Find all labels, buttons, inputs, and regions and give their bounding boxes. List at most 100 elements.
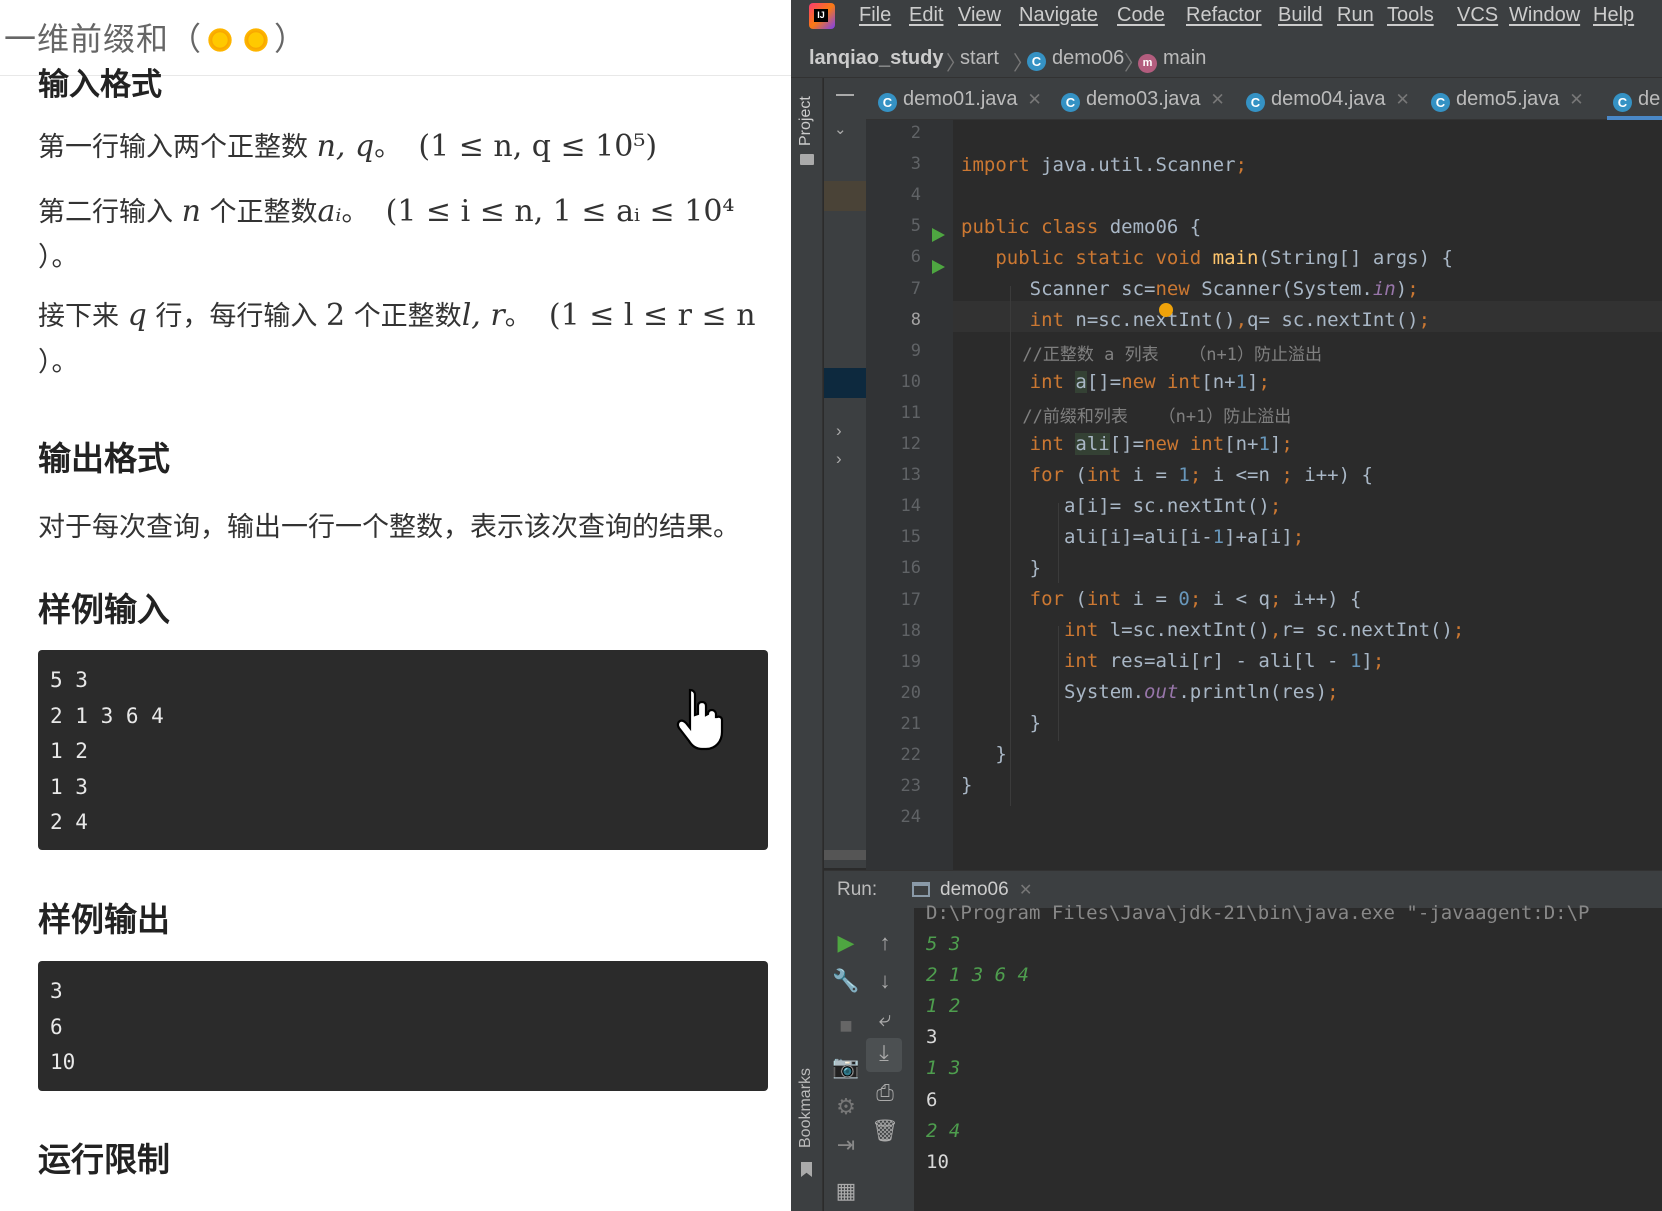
run-class-icon[interactable]	[932, 228, 945, 242]
class-icon: C	[878, 93, 897, 112]
line-number: 17	[900, 589, 921, 610]
input-line-2-tail: ）。	[38, 242, 79, 273]
close-icon[interactable]: ✕	[1028, 90, 1042, 109]
code-line-13: for (int i = 1; i <=n ; i++) {	[1029, 464, 1373, 486]
run-limits-heading: 运行限制	[38, 1140, 170, 1179]
close-icon[interactable]: ✕	[1569, 90, 1583, 109]
chevron-down-icon[interactable]: ⌄	[834, 120, 847, 138]
line-number: 11	[900, 402, 921, 423]
scroll-up-icon[interactable]: ↑	[870, 930, 900, 956]
run-toolbar: ▶ 🔧 ■ 📷 ⚙ ⇥ ▦ ↑ ↓ ⤶ ⤓ ⎙ 🗑	[824, 908, 914, 1211]
line-number: 8	[910, 309, 921, 330]
camera-icon[interactable]: 📷	[831, 1054, 861, 1080]
problem-page: 一维前缀和（） 输入格式 第一行输入两个正整数 n, q。 (1 ≤ n, q …	[0, 0, 791, 1211]
breadcrumb-class[interactable]: Cdemo06	[1027, 47, 1124, 71]
code-line-14: a[i]= sc.nextInt();	[961, 495, 1282, 517]
breadcrumb-folder[interactable]: start	[960, 47, 999, 70]
menu-view[interactable]: View	[958, 4, 1001, 27]
console-input-line: 2 1 3 6 4	[926, 964, 1029, 987]
menu-vcs[interactable]: VCS	[1457, 4, 1498, 27]
code-line-11: //前缀和列表 （n+1）防止溢出	[1022, 407, 1292, 427]
line-number: 24	[900, 807, 921, 828]
sample-output-block[interactable]: 3 6 10	[38, 961, 768, 1091]
exit-icon[interactable]: ⇥	[831, 1132, 861, 1158]
editor-gutter[interactable]: 2 3 4 5 6 7 8 9 10 11 12 13 14 15 16 17 18 19 20 21 22 23 24	[866, 120, 1007, 870]
method-icon: m	[1138, 54, 1157, 73]
menu-window[interactable]: Window	[1509, 4, 1580, 27]
breadcrumb: lanqiao_study 〉 start 〉 Cdemo06 〉 m main	[791, 38, 1662, 78]
breadcrumb-method[interactable]: m main	[1138, 47, 1206, 73]
soft-wrap-icon[interactable]: ⤶	[870, 1006, 900, 1032]
console-output-line: 3	[926, 1026, 938, 1049]
class-icon: C	[1027, 52, 1046, 71]
scroll-to-end-icon[interactable]: ⤓	[866, 1038, 902, 1072]
line-number: 5	[910, 216, 921, 237]
line-number: 13	[900, 465, 921, 486]
menu-refactor[interactable]: Refactor	[1186, 4, 1262, 27]
rerun-icon[interactable]: ▶	[831, 930, 861, 956]
trash-icon[interactable]: 🗑	[870, 1118, 900, 1144]
tab-demo03[interactable]: Cdemo03.java ✕	[1061, 78, 1225, 120]
code-line-20: System.out.println(res);	[961, 681, 1339, 703]
menu-code[interactable]: Code	[1117, 4, 1165, 27]
stop-icon[interactable]: ■	[831, 1013, 861, 1039]
tab-demo04[interactable]: Cdemo04.java ✕	[1246, 78, 1410, 120]
menu-build[interactable]: Build	[1278, 4, 1322, 27]
console-input-line: 1 3	[926, 1057, 961, 1080]
console-input-line: 5 3	[926, 933, 961, 955]
run-console[interactable]: D:\Program Files\Java\jdk-21\bin\java.ex…	[914, 902, 1662, 1211]
class-icon: C	[1061, 93, 1080, 112]
chevron-right-icon[interactable]: ›	[836, 449, 842, 469]
menu-help[interactable]: Help	[1593, 4, 1634, 27]
tree-row-highlight[interactable]	[824, 181, 866, 211]
input-line-3: 接下来 q 行，每行输入 2 个正整数l, r。 (1 ≤ l ≤ r ≤ n	[38, 298, 756, 333]
menu-bar: File Edit View Navigate Code Refactor Bu…	[791, 0, 1662, 38]
console-input-line: 1 2	[926, 995, 961, 1018]
tree-row-selected[interactable]	[824, 368, 866, 398]
project-tool-button[interactable]: Project	[797, 96, 815, 146]
project-panel-collapsed: ⌄ › ›	[824, 78, 866, 868]
run-main-icon[interactable]	[932, 260, 945, 274]
class-icon: C	[1431, 93, 1450, 112]
menu-file[interactable]: File	[859, 4, 891, 27]
line-number: 9	[910, 340, 921, 361]
close-icon[interactable]: ✕	[1211, 90, 1225, 109]
sample-output-line: 6	[50, 1014, 63, 1039]
intention-bulb-icon[interactable]	[1159, 303, 1173, 317]
input-line-1: 第一行输入两个正整数 n, q。 (1 ≤ n, q ≤ 10⁵)	[38, 129, 658, 164]
menu-tools[interactable]: Tools	[1387, 4, 1434, 27]
run-label: Run:	[837, 879, 878, 900]
tab-demo01[interactable]: Cdemo01.java ✕	[878, 78, 1042, 120]
hand-cursor-icon	[676, 688, 724, 751]
menu-edit[interactable]: Edit	[909, 4, 943, 27]
bookmarks-tool-button[interactable]: Bookmarks	[797, 1068, 815, 1148]
horizontal-scrollbar[interactable]	[824, 850, 866, 860]
tab-demo06[interactable]: Cde	[1607, 78, 1662, 120]
sample-output-line: 3	[50, 979, 63, 1003]
sample-input-line: 1 2	[50, 739, 88, 763]
run-tab-demo06[interactable]: demo06	[940, 879, 1009, 901]
minimize-icon[interactable]	[836, 94, 854, 96]
chevron-right-icon[interactable]: ›	[836, 421, 842, 441]
wrench-icon[interactable]: 🔧	[831, 968, 861, 994]
breadcrumb-project[interactable]: lanqiao_study	[809, 47, 943, 70]
close-icon[interactable]: ✕	[1019, 880, 1032, 900]
code-line-22: }	[961, 743, 1007, 765]
code-line-6: public static void main(String[] args) {	[995, 247, 1453, 269]
sun-icon	[242, 26, 271, 54]
console-command: D:\Program Files\Java\jdk-21\bin\java.ex…	[926, 902, 1590, 924]
sample-input-block[interactable]: 5 3 2 1 3 6 4 1 2 1 3 2 4	[38, 650, 768, 850]
menu-run[interactable]: Run	[1337, 4, 1374, 27]
code-editor[interactable]: import java.util.Scanner; public class d…	[953, 120, 1662, 870]
close-icon[interactable]: ✕	[1396, 90, 1410, 109]
menu-navigate[interactable]: Navigate	[1019, 4, 1098, 27]
layout-icon[interactable]: ▦	[831, 1178, 861, 1204]
code-line-10: int a[]=new int[n+1];	[1029, 371, 1270, 393]
input-line-3-tail: ）。	[38, 347, 79, 378]
code-line-17: for (int i = 0; i < q; i++) {	[1029, 588, 1362, 610]
tab-demo5[interactable]: Cdemo5.java ✕	[1431, 78, 1584, 120]
settings-icon[interactable]: ⚙	[831, 1094, 861, 1120]
input-line-2: 第二行输入 n 个正整数aᵢ。 (1 ≤ i ≤ n, 1 ≤ aᵢ ≤ 10⁴	[38, 194, 735, 229]
print-icon[interactable]: ⎙	[870, 1080, 900, 1106]
scroll-down-icon[interactable]: ↓	[870, 968, 900, 994]
